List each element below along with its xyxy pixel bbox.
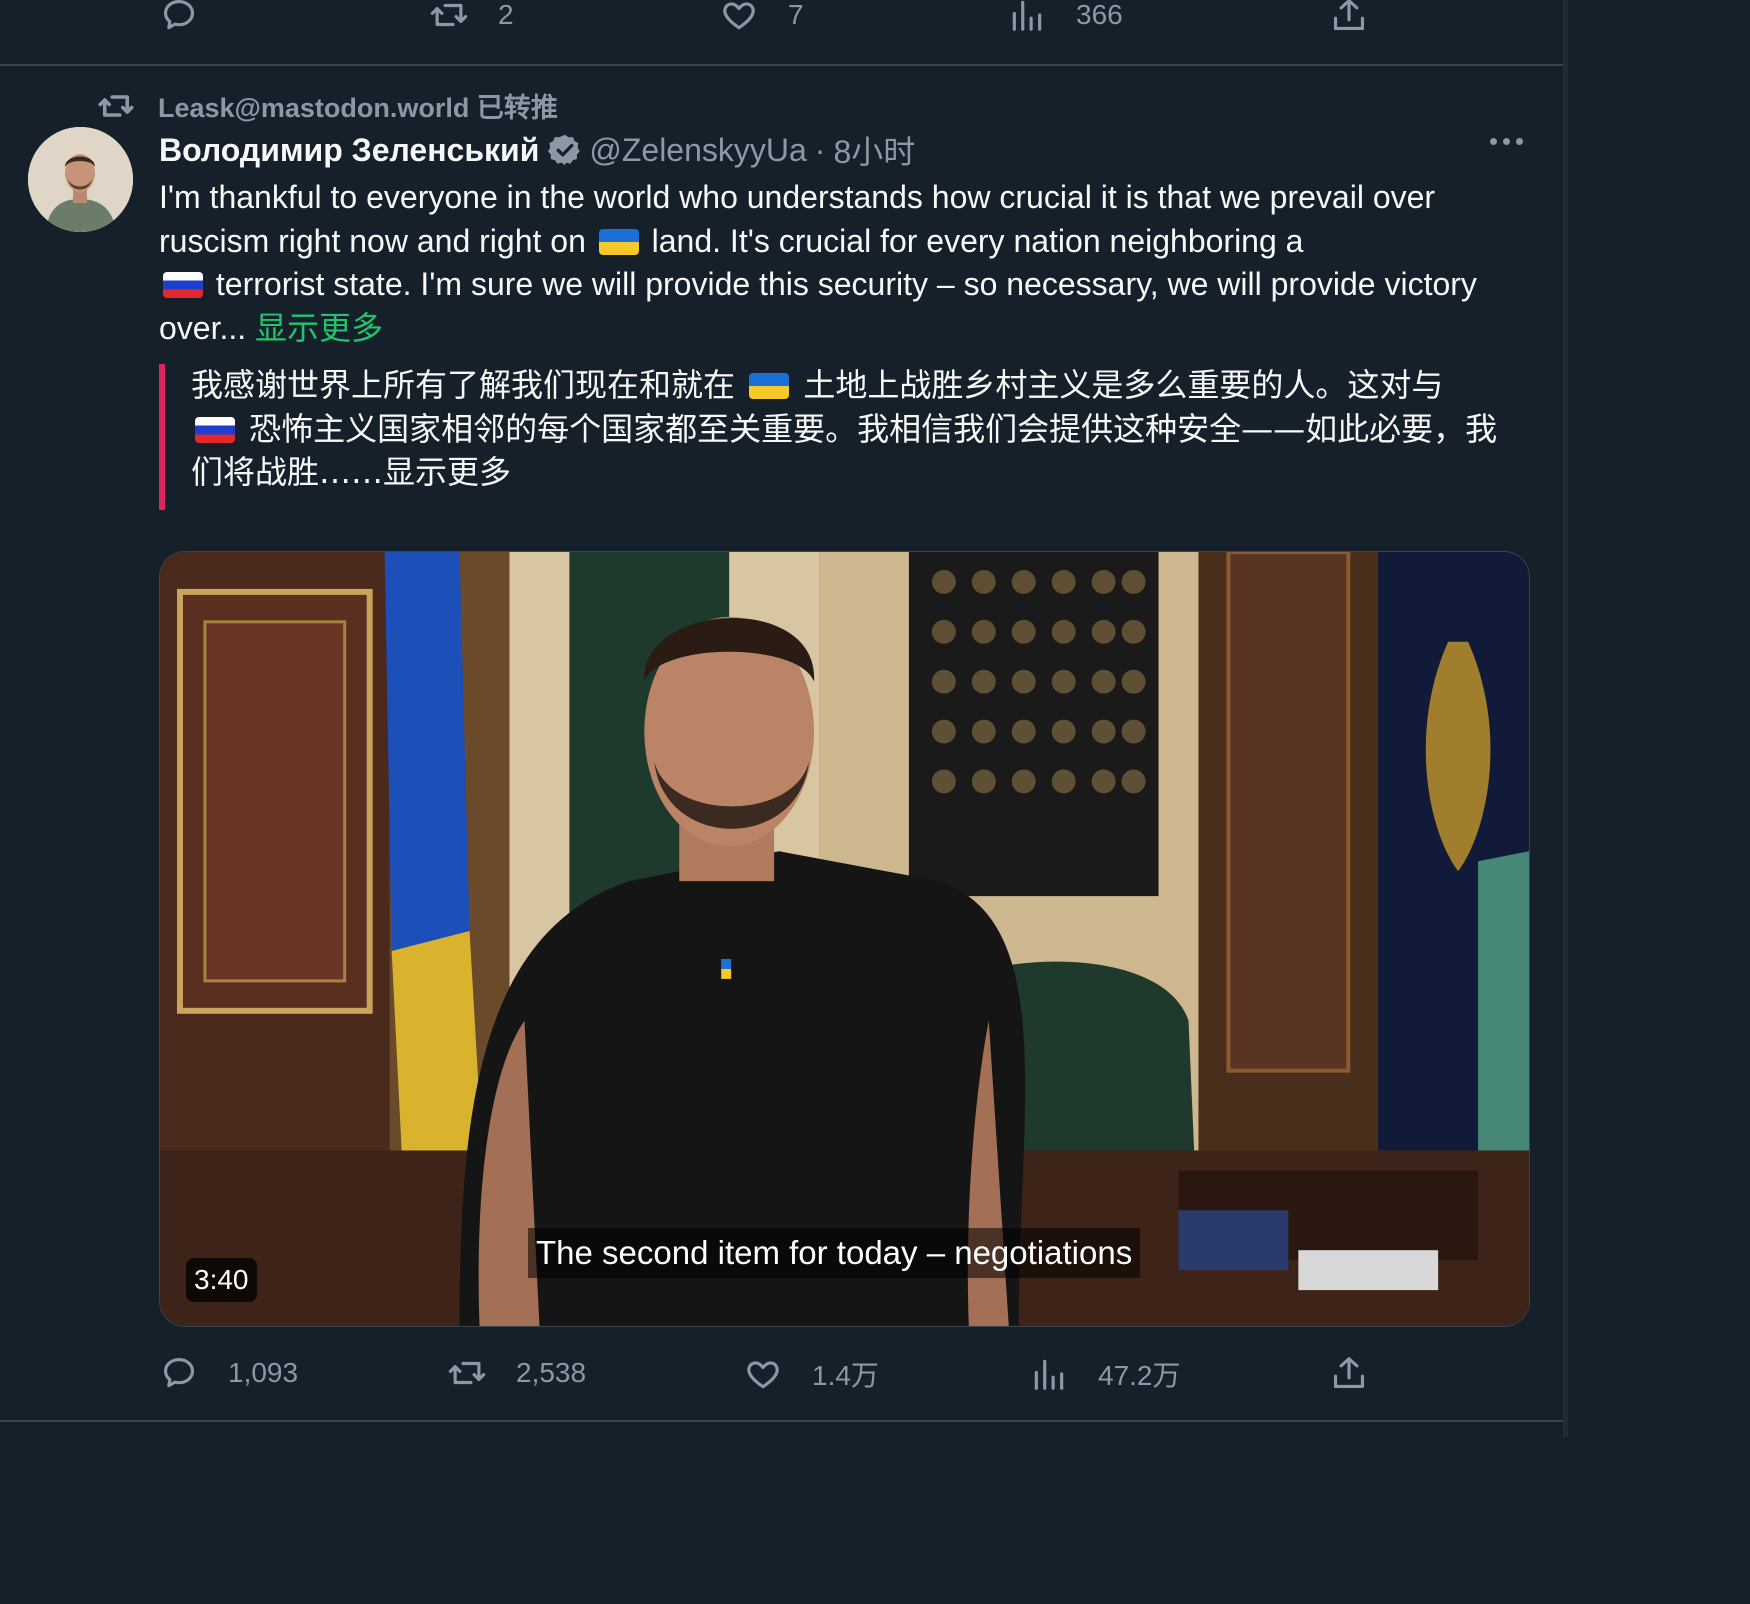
analytics-icon	[1034, 1359, 1064, 1390]
separator: ·	[814, 131, 826, 168]
video-player[interactable]: 3:40 The second item for today – negotia…	[159, 551, 1530, 1327]
share-icon	[1333, 0, 1365, 31]
video-frame	[160, 552, 1529, 1326]
display-name[interactable]: Володимир Зеленський	[159, 132, 539, 169]
translation-block: 我感谢世界上所有了解我们现在和就在 土地上战胜乡村主义是多么重要的人。这对与 恐…	[159, 364, 1509, 510]
views-count: 366	[1076, 0, 1123, 30]
retweet-icon	[98, 94, 134, 117]
retweet-button[interactable]: 2,538	[448, 1354, 586, 1392]
video-duration: 3:40	[186, 1258, 257, 1302]
divider	[0, 1420, 1568, 1422]
scrollbar-track[interactable]	[1563, 0, 1568, 1437]
reply-button[interactable]	[160, 0, 228, 34]
retweet-count: 2	[498, 0, 514, 30]
reply-button[interactable]: 1,093	[160, 1354, 298, 1392]
like-count: 1.4万	[812, 1360, 879, 1391]
share-button[interactable]	[1330, 0, 1368, 34]
previous-tweet-action-bar: 2 7 366	[0, 0, 1568, 66]
reply-icon	[163, 0, 195, 30]
heart-icon	[747, 1361, 779, 1389]
share-button[interactable]	[1330, 1354, 1368, 1392]
avatar[interactable]	[28, 127, 133, 232]
russia-flag-icon	[195, 416, 235, 443]
translation-part3: 恐怖主义国家相邻的每个国家都至关重要。我相信我们会提供这种安全——如此必要，我们…	[191, 409, 1498, 492]
analytics-icon	[1012, 0, 1042, 31]
timeline: 2 7 366 Leask@mastodon.world 已转推 Володим…	[0, 0, 1568, 1437]
tweet-header: Володимир Зеленський @ZelenskyyUa · 8小时	[159, 128, 915, 172]
reply-count: 1,093	[228, 1357, 299, 1388]
retweet-count: 2,538	[516, 1357, 587, 1388]
translation-part1: 我感谢世界上所有了解我们现在和就在	[191, 366, 736, 404]
retweet-context[interactable]: Leask@mastodon.world 已转推	[98, 86, 558, 125]
russia-flag-icon	[163, 272, 203, 298]
video-caption: The second item for today – negotiations	[528, 1228, 1141, 1278]
share-icon	[1333, 1357, 1365, 1389]
heart-icon	[723, 2, 755, 30]
like-button[interactable]: 1.4万	[744, 1354, 879, 1394]
like-button[interactable]: 7	[720, 0, 804, 34]
avatar-image	[28, 127, 133, 232]
retweet-icon	[448, 1361, 486, 1385]
reply-icon	[163, 1357, 195, 1388]
retweet-icon	[430, 3, 468, 27]
more-options-icon[interactable]	[1490, 138, 1523, 145]
like-count: 7	[788, 0, 804, 30]
timestamp[interactable]: 8小时	[833, 127, 915, 173]
tweet-text-part2: land. It's crucial for every nation neig…	[651, 222, 1304, 259]
author-handle[interactable]: @ZelenskyyUa	[589, 132, 806, 169]
ukraine-flag-icon	[598, 228, 639, 255]
retweet-context-text: Leask@mastodon.world 已转推	[158, 93, 558, 123]
retweet-button[interactable]: 2	[430, 0, 514, 34]
translation-part2: 土地上战胜乡村主义是多么重要的人。这对与	[803, 366, 1444, 404]
ukraine-flag-icon	[749, 373, 790, 399]
views-button[interactable]: 366	[1008, 0, 1123, 34]
tweet-text: I'm thankful to everyone in the world wh…	[159, 176, 1509, 350]
show-more-link[interactable]: 显示更多	[255, 310, 383, 346]
tweet-action-bar: 1,093 2,538 1.4万 47.2万	[0, 1346, 1568, 1406]
views-count: 47.2万	[1098, 1360, 1181, 1391]
verified-badge-icon	[548, 134, 581, 166]
views-button[interactable]: 47.2万	[1030, 1354, 1181, 1394]
